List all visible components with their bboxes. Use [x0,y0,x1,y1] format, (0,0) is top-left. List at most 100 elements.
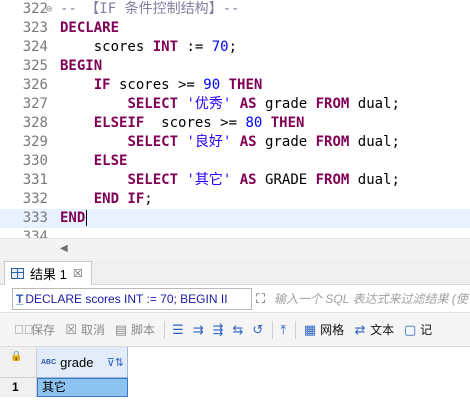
code-line[interactable]: 323 DECLARE [0,19,470,38]
sql-editor[interactable]: 322 ⊖ -- 【IF 条件控制结构】-- 323 DECLARE 324 scores… [0,0,470,238]
toolbar-divider [272,320,274,339]
scroll-left-arrow-icon[interactable]: ◀ [60,243,68,254]
code-text: ELSEIF scores >= 80 THEN [60,114,305,133]
code-token: FROM [315,96,350,112]
fold-toggle-icon[interactable]: ⊖ [46,0,56,19]
code-token: SELECT [127,134,179,150]
code-token: -- 【IF 条件控制结构】-- [60,1,240,17]
code-line[interactable]: 331 SELECT '其它' AS GRADE FROM dual; [0,171,470,190]
code-token: '优秀' [186,96,232,112]
line-number: 332 [22,191,48,207]
line-number: 322 [22,1,48,17]
code-text: SELECT '其它' AS GRADE FROM dual; [60,171,399,190]
refresh-icon[interactable]: ↺ [252,322,263,338]
code-line[interactable]: 325 BEGIN [0,57,470,76]
column-header-grade[interactable]: ABC grade ⊽⇅ [37,347,128,378]
code-line[interactable]: 329 SELECT '良好' AS grade FROM dual; [0,133,470,152]
code-line[interactable]: 326 IF scores >= 90 THEN [0,76,470,95]
record-view-button[interactable]: ▢ 记 [403,321,432,338]
code-token: 80 [245,115,263,131]
editor-horizontal-scrollbar[interactable]: ◀ [0,238,470,258]
code-line[interactable]: 327 SELECT '优秀' AS grade FROM dual; [0,95,470,114]
code-token: THEN [270,115,305,131]
text-view-button[interactable]: ⇄ 文本 [353,321,394,338]
code-line[interactable]: 330 ELSE [0,152,470,171]
grid-empty-header [128,347,470,378]
line-number: 328 [22,115,48,131]
result-grid-icon [11,268,24,279]
expand-icon[interactable]: ⛶ [256,291,265,307]
code-token: '良好' [186,134,232,150]
delete-row-icon[interactable]: ⇆ [233,322,244,338]
code-token: scores >= [110,77,204,93]
line-number: 329 [22,134,48,150]
code-line[interactable]: 328 ELSEIF scores >= 80 THEN [0,114,470,133]
row-number[interactable]: 1 [0,378,37,397]
code-token: FROM [315,134,350,150]
code-text: SELECT '良好' AS grade FROM dual; [60,133,400,152]
filter-row: T̲ DECLARE scores INT := 70; BEGIN II ⛶ [0,285,470,313]
text-type-icon: ABC [41,358,57,366]
code-token: ; [144,191,153,207]
code-token: 70 [211,39,229,55]
line-number: 325 [22,58,48,74]
grid-label: 网格 [320,323,345,337]
code-token: INT [152,39,179,55]
code-token: DECLARE [60,20,120,36]
save-button[interactable]: ✓⃝ 保存 [14,321,55,338]
code-line[interactable]: 332 END IF; [0,190,470,209]
line-number: 326 [22,77,48,93]
filter-sort-icon[interactable]: ⊽⇅ [107,356,124,369]
copy-row-icon[interactable]: ⇶ [213,322,224,338]
save-label: 保存 [31,323,56,337]
export-icon[interactable]: ⤒ [280,322,286,338]
format-icon[interactable]: ☰ [172,322,184,338]
record-label: 记 [420,323,433,337]
save-icon: ✓⃝ [14,322,34,337]
result-grid: 🔒 ABC grade ⊽⇅ 1 其它 [0,347,470,401]
code-token: AS [239,96,257,112]
code-token: scores >= [144,115,246,131]
code-token: ELSEIF [93,115,145,131]
code-text: END IF; [60,190,153,209]
query-text: DECLARE scores INT := 70; BEGIN II [25,292,228,306]
script-button[interactable]: ▤ 脚本 [114,321,155,338]
code-line[interactable]: 334 [0,228,470,238]
add-row-icon[interactable]: ⇉ [193,322,204,338]
code-token: dual; [349,134,400,150]
close-icon[interactable]: ☒ [73,267,83,280]
lock-icon: 🔒 [10,351,23,362]
code-text: BEGIN [60,57,102,76]
filter-input[interactable] [274,288,470,310]
script-label: 脚本 [131,323,156,337]
line-number: 324 [22,39,48,55]
code-line[interactable]: 324 scores INT := 70; [0,38,470,57]
grid-view-button[interactable]: ▦ 网格 [303,321,344,338]
line-number: 333 [22,210,48,226]
cancel-label: 取消 [81,323,106,337]
query-text-field[interactable]: T̲ DECLARE scores INT := 70; BEGIN II [12,288,252,310]
script-icon: ▤ [114,321,128,337]
code-text: IF scores >= 90 THEN [60,76,263,95]
code-line[interactable]: 322 ⊖ -- 【IF 条件控制结构】-- [0,0,470,19]
code-line[interactable]: 333 END [0,209,470,228]
code-token: dual; [349,96,400,112]
tab-result-1[interactable]: 结果 1 ☒ [4,261,92,285]
code-token: ELSE [93,153,128,169]
line-number: 323 [22,20,48,36]
code-token: '其它' [186,172,232,188]
code-token: AS [239,172,257,188]
table-cell[interactable]: 其它 [37,378,128,397]
cancel-button[interactable]: ☒ 取消 [64,321,105,338]
text-cursor [86,210,88,226]
toolbar-divider [295,320,297,339]
